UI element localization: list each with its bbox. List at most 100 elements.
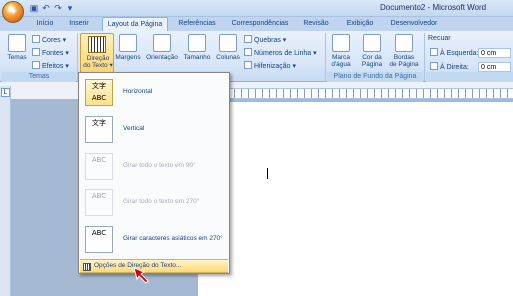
line-numbers-icon <box>244 48 252 56</box>
direcao-label-2: do Texto <box>83 62 108 69</box>
menu-item-rotate-270: ABC Girar todo o texto em 270° <box>83 186 229 220</box>
temas-label: Temas <box>7 54 27 61</box>
ribbon: Temas Cores ▾ Fontes ▾ Efeitos ▾ Temas M… <box>0 31 513 82</box>
tab-exibicao[interactable]: Exibição <box>340 17 380 31</box>
margens-label: Margens <box>115 54 141 61</box>
direita-label: À Direita: <box>440 64 469 71</box>
menu-item-label: Vertical <box>123 125 145 132</box>
text-direction-menu: 文字 ABC Horizontal 文字 Vertical ABC Girar tod… <box>78 72 230 274</box>
indent-left-field[interactable]: 0 cm <box>478 48 511 58</box>
colors-icon <box>32 35 40 43</box>
office-logo-icon: ✦ <box>8 6 19 18</box>
temas-button[interactable]: Temas <box>4 34 30 61</box>
customize-qat-icon[interactable]: ▾ <box>64 2 76 14</box>
margens-button[interactable]: Margens <box>114 34 142 61</box>
themes-icon <box>8 34 26 52</box>
group-label-temas: Temas <box>2 72 76 82</box>
redo-icon[interactable]: ↷ <box>52 2 64 14</box>
cores-label: Cores <box>42 37 61 44</box>
vertical-text-icon: 文字 <box>85 116 113 143</box>
hyphenation-icon <box>244 61 252 69</box>
window-title: Documento2 - Microsoft Word <box>380 3 487 12</box>
menu-item-label: Girar todo o texto em 270° <box>123 198 200 205</box>
tab-referencias[interactable]: Referências <box>172 17 222 31</box>
text-cursor <box>267 168 268 179</box>
asian-rotate-icon: ABC <box>85 226 113 253</box>
numeros-de-linha-button[interactable]: Números de Linha ▾ <box>244 48 317 58</box>
breaks-icon <box>244 35 252 43</box>
cores-button[interactable]: Cores ▾ <box>32 35 66 45</box>
rotate-270-icon: ABC <box>85 189 113 216</box>
direcao-do-texto-button[interactable]: Direção do Texto ▾ <box>80 33 114 73</box>
numeros-de-linha-label: Números de Linha <box>254 50 312 57</box>
bordas-de-pagina-button[interactable]: Bordas de Página <box>388 34 420 68</box>
menu-item-label: Horizontal <box>123 88 153 95</box>
tab-correspondencias[interactable]: Correspondências <box>226 17 294 31</box>
horizontal-text-icon: 文字 ABC <box>85 79 113 106</box>
fontes-button[interactable]: Fontes ▾ <box>32 48 69 58</box>
tab-revisao[interactable]: Revisão <box>298 17 334 31</box>
menu-item-label: Girar todo o texto em 90° <box>123 162 196 169</box>
tamanho-button[interactable]: Tamanho <box>182 34 212 61</box>
text-direction-icon <box>88 36 106 53</box>
marca-label-1: Marca <box>331 54 351 61</box>
quebras-label: Quebras <box>254 37 281 44</box>
marca-label-2: d'água <box>331 61 351 68</box>
indent-right-field[interactable]: 0 cm <box>478 62 511 72</box>
pointer-arrow-icon <box>133 267 149 284</box>
undo-icon[interactable]: ↶ <box>40 2 52 14</box>
document-page[interactable] <box>198 102 513 296</box>
indent-left-icon <box>430 48 438 56</box>
menu-item-horizontal[interactable]: 文字 ABC Horizontal <box>83 76 229 110</box>
tab-desenvolvedor[interactable]: Desenvolvedor <box>386 17 442 31</box>
hifenizacao-label: Hifenização <box>254 63 291 70</box>
margins-icon <box>119 34 137 52</box>
tab-selector-icon[interactable]: L <box>1 88 10 97</box>
quebras-button[interactable]: Quebras ▾ <box>244 35 286 45</box>
hifenizacao-button[interactable]: Hifenização ▾ <box>244 61 296 71</box>
columns-icon <box>219 34 237 52</box>
group-label-plano-de-fundo: Plano de Fundo da Página <box>327 72 423 82</box>
menu-item-vertical[interactable]: 文字 Vertical <box>83 113 229 147</box>
efeitos-label: Efeitos <box>42 63 64 70</box>
tab-layout-da-pagina[interactable]: Layout da Página <box>102 17 168 31</box>
options-icon <box>83 263 91 271</box>
orientacao-button[interactable]: Orientação <box>144 34 180 61</box>
cor-label-1: Cor da <box>362 54 382 61</box>
orientacao-label: Orientação <box>146 54 178 61</box>
colunas-label: Colunas <box>216 54 240 61</box>
efeitos-button[interactable]: Efeitos ▾ <box>32 61 69 71</box>
bordas-label-1: Bordas <box>393 54 415 61</box>
indent-right-label: À Direita: <box>430 62 469 72</box>
fontes-label: Fontes <box>42 50 64 57</box>
vertical-ruler: L <box>0 86 11 296</box>
tab-inicio[interactable]: Início <box>30 17 60 31</box>
esquerda-label: À Esquerda: <box>440 50 479 57</box>
title-bar: ▣ ↶ ↷ ▾ Documento2 - Microsoft Word <box>0 0 513 17</box>
cor-da-pagina-button[interactable]: Cor da Página <box>358 34 386 68</box>
cor-label-2: Página <box>361 61 383 68</box>
menu-item-rotate-90: ABC Girar todo o texto em 90° <box>83 150 229 184</box>
fonts-icon <box>32 48 40 56</box>
rotate-90-icon: ABC <box>85 153 113 180</box>
group-label-paragrafo <box>426 72 513 82</box>
tamanho-label: Tamanho <box>183 54 211 61</box>
marca-dagua-button[interactable]: Marca d'água <box>328 34 354 68</box>
indent-right-icon <box>430 62 438 70</box>
save-icon[interactable]: ▣ <box>28 2 40 14</box>
size-icon <box>188 34 206 52</box>
direcao-label-1: Direção <box>86 55 110 62</box>
office-button[interactable]: ✦ <box>2 1 24 23</box>
menu-item-label: Girar caracteres asiáticos em 270° <box>123 235 223 242</box>
direcao-label: Direção do Texto ▾ <box>83 55 113 69</box>
orientation-icon <box>153 34 171 52</box>
tab-inserir[interactable]: Inserir <box>62 17 96 31</box>
colunas-button[interactable]: Colunas <box>214 34 242 61</box>
horizontal-ruler <box>228 88 513 99</box>
menu-item-text-direction-options[interactable]: Opções de Direção do Texto... <box>80 259 228 273</box>
group-divider <box>424 33 425 81</box>
effects-icon <box>32 61 40 69</box>
page-borders-icon <box>395 34 413 52</box>
page-color-icon <box>363 34 381 52</box>
menu-item-asian-rotate-270[interactable]: ABC Girar caracteres asiáticos em 270° <box>83 223 229 257</box>
